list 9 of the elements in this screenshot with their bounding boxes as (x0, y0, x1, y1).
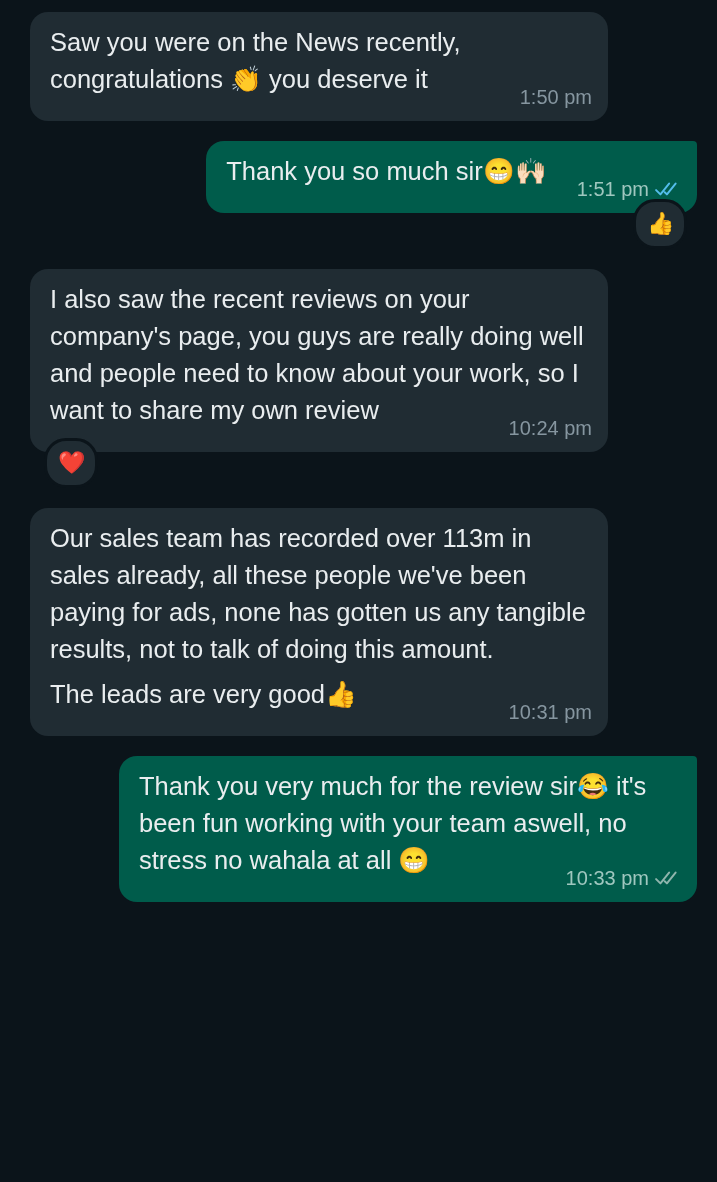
message-time: 1:51 pm (576, 177, 649, 202)
message-text: The leads are very good👍 (50, 680, 357, 708)
reaction-badge[interactable]: ❤ (44, 438, 98, 488)
message-text: Our sales team has recorded over 113m in sales already, all these people we've been paying for ads, none has gotten us any tangible results, not to talk of doing this amount. (50, 524, 586, 663)
message-text: Saw you were on the News recently, congratulations 👏 you deserve it (50, 28, 461, 93)
message-time: 1:50 pm (519, 85, 592, 110)
reaction-badge[interactable]: 👍 (633, 199, 687, 249)
message-time: 10:31 pm (508, 700, 592, 725)
message-text: Thank you so much sir😁🙌🏻 (226, 157, 547, 185)
